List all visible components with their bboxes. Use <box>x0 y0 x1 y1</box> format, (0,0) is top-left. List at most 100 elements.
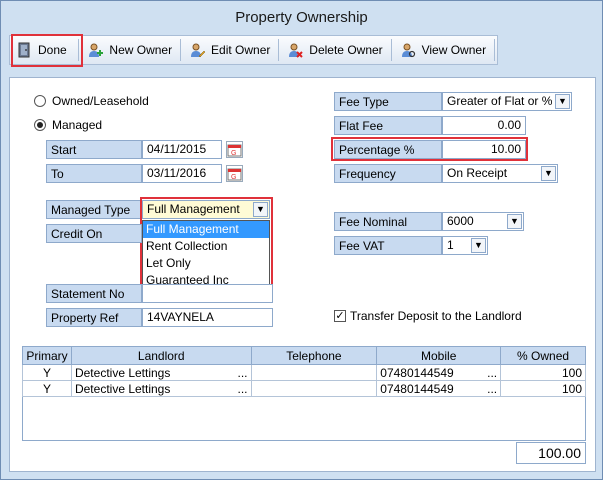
dropdown-option[interactable]: Full Management <box>143 221 269 238</box>
cell-primary: Y <box>22 380 72 397</box>
calendar-icon[interactable]: G <box>226 165 243 182</box>
edit-owner-button[interactable]: Edit Owner <box>183 37 276 63</box>
cell-telephone <box>250 380 378 397</box>
ellipsis-button[interactable]: ... <box>238 366 248 380</box>
landlord-name: Detective Lettings <box>74 365 171 380</box>
view-owner-label: View Owner <box>421 43 487 57</box>
chevron-down-icon[interactable]: ▼ <box>507 214 522 229</box>
chevron-down-icon[interactable]: ▼ <box>555 94 570 109</box>
property-ownership-window: Property Ownership Done New Owner Edit O… <box>0 0 603 480</box>
toolbar-separator <box>180 39 182 61</box>
mobile-number: 07480144549 <box>380 365 454 380</box>
new-owner-button[interactable]: New Owner <box>81 37 178 63</box>
table-row[interactable]: Y Detective Lettings... 07480144549... 1… <box>22 364 586 381</box>
delete-user-icon <box>289 43 304 58</box>
main-panel: Owned/Leasehold Managed Start 04/11/2015… <box>9 77 596 472</box>
frequency-label: Frequency <box>334 164 442 183</box>
new-owner-label: New Owner <box>109 43 173 57</box>
toolbar: Done New Owner Edit Owner Delete Owner V… <box>9 35 498 65</box>
delete-owner-label: Delete Owner <box>309 43 383 57</box>
column-header-primary[interactable]: Primary <box>22 346 72 365</box>
toolbar-separator <box>390 39 392 61</box>
table-row[interactable]: Y Detective Lettings... 07480144549... 1… <box>22 380 586 397</box>
fee-vat-label: Fee VAT <box>334 236 442 255</box>
delete-owner-button[interactable]: Delete Owner <box>281 37 388 63</box>
svg-text:G: G <box>231 150 236 157</box>
fee-nominal-label: Fee Nominal <box>334 212 442 231</box>
cell-mobile: 07480144549... <box>376 380 502 397</box>
mobile-number: 07480144549 <box>380 381 454 396</box>
property-ref-field[interactable]: 14VAYNELA <box>142 308 273 327</box>
landlord-grid: Primary Landlord Telephone Mobile % Owne… <box>22 346 586 397</box>
statement-no-field[interactable] <box>142 284 273 303</box>
cell-telephone <box>250 364 378 381</box>
column-header-mobile[interactable]: Mobile <box>376 346 502 365</box>
landlord-name: Detective Lettings <box>74 381 171 396</box>
percentage-field[interactable]: 10.00 <box>442 140 526 159</box>
owned-radio-label: Owned/Leasehold <box>52 94 149 108</box>
edit-user-icon <box>191 43 206 58</box>
window-title: Property Ownership <box>1 1 602 35</box>
fee-type-value: Greater of Flat or % <box>447 94 553 108</box>
to-date-field[interactable]: 03/11/2016 <box>142 164 222 183</box>
chevron-down-icon[interactable]: ▼ <box>471 238 486 253</box>
fee-type-select[interactable]: Greater of Flat or % ▼ <box>442 92 572 111</box>
statement-no-label: Statement No <box>46 284 142 303</box>
managed-radio[interactable]: Managed <box>34 118 102 132</box>
toolbar-separator <box>494 39 495 61</box>
fee-type-label: Fee Type <box>334 92 442 111</box>
cell-landlord: Detective Lettings... <box>70 380 252 397</box>
managed-radio-circle[interactable] <box>34 119 46 131</box>
frequency-select[interactable]: On Receipt ▼ <box>442 164 558 183</box>
frequency-value: On Receipt <box>447 166 508 180</box>
done-label: Done <box>38 43 67 57</box>
chevron-down-icon[interactable]: ▼ <box>253 202 268 217</box>
toolbar-separator <box>78 39 80 61</box>
owned-radio[interactable]: Owned/Leasehold <box>34 94 149 108</box>
ellipsis-button[interactable]: ... <box>487 366 497 380</box>
toolbar-separator <box>278 39 280 61</box>
transfer-deposit-label: Transfer Deposit to the Landlord <box>350 309 522 323</box>
done-button[interactable]: Done <box>10 37 76 63</box>
column-header-owned[interactable]: % Owned <box>500 346 586 365</box>
door-icon <box>18 42 30 58</box>
edit-owner-label: Edit Owner <box>211 43 271 57</box>
cell-primary: Y <box>22 364 72 381</box>
flat-fee-label: Flat Fee <box>334 116 442 135</box>
checkmark-icon[interactable]: ✓ <box>334 310 346 322</box>
fee-vat-value: 1 <box>447 238 454 252</box>
managed-type-value: Full Management <box>147 202 240 216</box>
chevron-down-icon[interactable]: ▼ <box>541 166 556 181</box>
managed-radio-label: Managed <box>52 118 103 132</box>
managed-type-select[interactable]: Full Management ▼ <box>142 200 270 219</box>
credit-on-label: Credit On <box>46 224 142 243</box>
cell-landlord: Detective Lettings... <box>70 364 252 381</box>
property-ref-label: Property Ref <box>46 308 142 327</box>
start-date-field[interactable]: 04/11/2015 <box>142 140 222 159</box>
svg-text:G: G <box>231 174 236 181</box>
to-label: To <box>46 164 142 183</box>
dropdown-option[interactable]: Let Only <box>143 255 269 272</box>
cell-mobile: 07480144549... <box>376 364 502 381</box>
percentage-label: Percentage % <box>334 140 442 159</box>
managed-type-label: Managed Type <box>46 200 142 219</box>
cell-owned: 100 <box>500 380 586 397</box>
view-user-icon <box>401 43 415 58</box>
owned-radio-circle[interactable] <box>34 95 46 107</box>
fee-nominal-select[interactable]: 6000 ▼ <box>442 212 524 231</box>
flat-fee-field[interactable]: 0.00 <box>442 116 526 135</box>
column-header-landlord[interactable]: Landlord <box>70 346 252 365</box>
column-header-telephone[interactable]: Telephone <box>250 346 378 365</box>
ellipsis-button[interactable]: ... <box>487 382 497 396</box>
calendar-icon[interactable]: G <box>226 141 243 158</box>
start-label: Start <box>46 140 142 159</box>
ellipsis-button[interactable]: ... <box>238 382 248 396</box>
fee-nominal-value: 6000 <box>447 214 474 228</box>
managed-type-dropdown: Full Management Rent Collection Let Only… <box>142 220 270 290</box>
transfer-deposit-checkbox[interactable]: ✓ Transfer Deposit to the Landlord <box>334 309 522 323</box>
add-user-icon <box>89 43 104 57</box>
view-owner-button[interactable]: View Owner <box>394 37 492 63</box>
dropdown-option[interactable]: Rent Collection <box>143 238 269 255</box>
cell-owned: 100 <box>500 364 586 381</box>
fee-vat-select[interactable]: 1 ▼ <box>442 236 488 255</box>
